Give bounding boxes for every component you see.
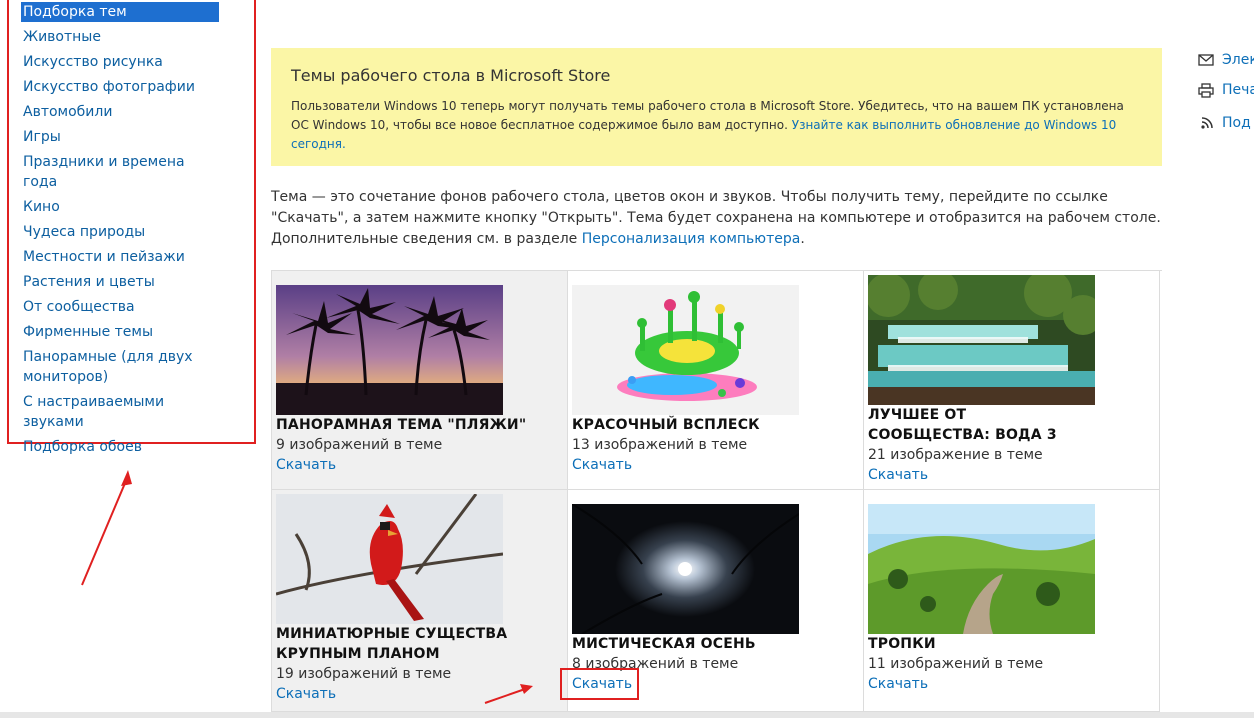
arrow-head-icon	[520, 684, 533, 694]
arrow-head-icon	[121, 470, 132, 486]
annotation-arrows	[81, 470, 533, 704]
bottom-scroll-strip	[0, 712, 1254, 718]
arrow-to-sidebar	[81, 475, 129, 586]
arrow-to-download	[484, 687, 529, 704]
